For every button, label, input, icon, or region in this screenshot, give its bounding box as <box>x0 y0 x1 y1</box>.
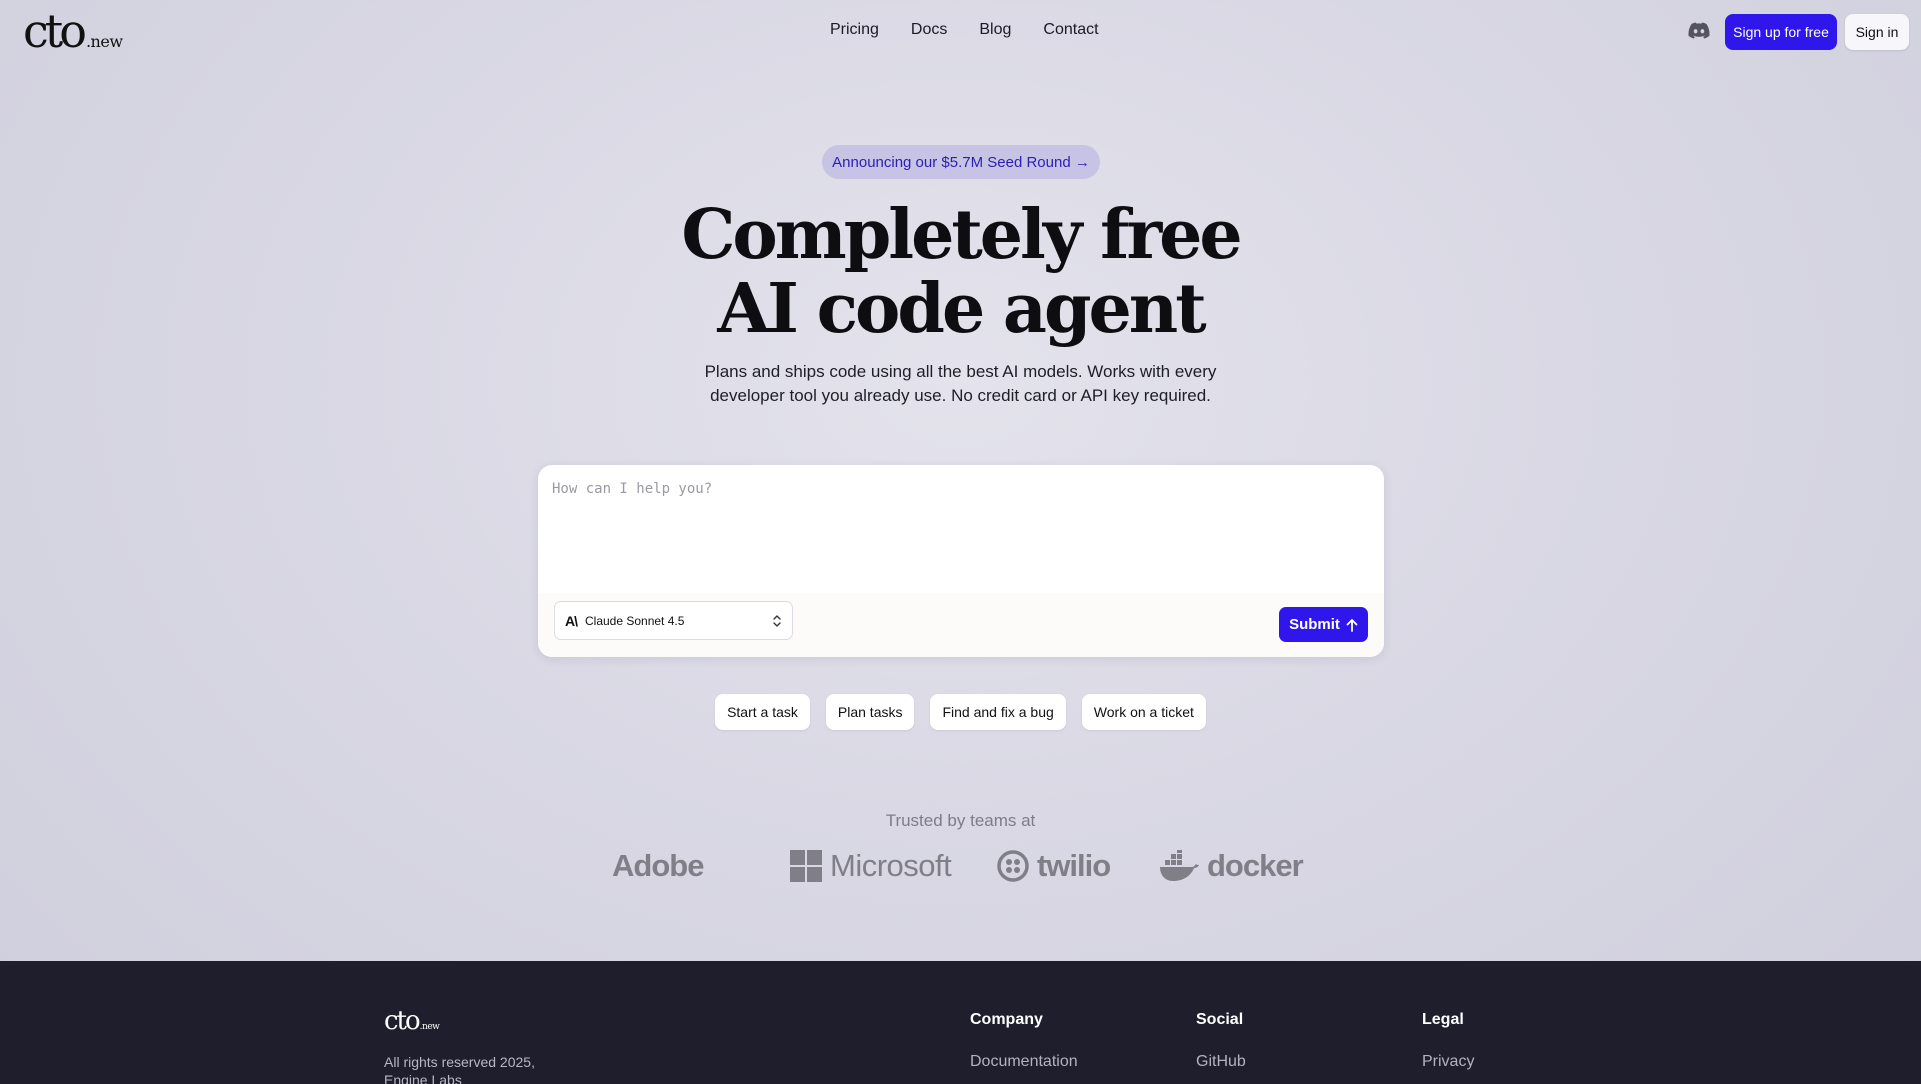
trusted-by-label: Trusted by teams at <box>885 811 1036 830</box>
chip-start-task[interactable]: Start a task <box>715 694 810 730</box>
footer-link-github[interactable]: GitHub <box>1196 1053 1246 1071</box>
footer-logo-suffix: .new <box>419 1022 440 1032</box>
microsoft-logo: Microsoft <box>790 845 952 887</box>
twilio-icon <box>997 850 1029 882</box>
prompt-card: A\ Claude Sonnet 4.5 Submit <box>538 465 1384 657</box>
chevron-updown-icon <box>773 615 781 627</box>
logo-wordmark: cto <box>23 4 87 58</box>
site-footer: cto .new All rights reserved 2025, Engin… <box>0 961 1921 1084</box>
discord-icon[interactable] <box>1688 21 1710 41</box>
footer-heading-social: Social <box>1196 1011 1244 1028</box>
nav-link-pricing[interactable]: Pricing <box>830 21 879 39</box>
prompt-input[interactable] <box>552 481 1370 581</box>
logo-suffix: .new <box>85 32 123 51</box>
top-navbar: cto .new Pricing Docs Blog Contact Sign … <box>0 0 1921 64</box>
submit-label: Submit <box>1289 616 1340 633</box>
twilio-wordmark: twilio <box>1037 848 1111 883</box>
footer-link-documentation[interactable]: Documentation <box>970 1053 1078 1071</box>
footer-column-social: Social GitHub <box>1196 1011 1246 1071</box>
model-select[interactable]: A\ Claude Sonnet 4.5 <box>554 601 793 640</box>
headline-line-1: Completely free <box>681 195 1242 275</box>
microsoft-icon <box>790 850 822 882</box>
footer-column-company: Company Documentation <box>970 1011 1078 1071</box>
chip-work-ticket[interactable]: Work on a ticket <box>1081 694 1206 730</box>
chip-plan-tasks[interactable]: Plan tasks <box>825 694 915 730</box>
announcement-badge[interactable]: Announcing our $5.7M Seed Round → <box>822 145 1100 179</box>
footer-heading-legal: Legal <box>1422 1011 1464 1028</box>
footer-copyright: All rights reserved 2025, Engine Labs <box>384 1053 584 1084</box>
suggestion-chips: Start a task Plan tasks Find and fix a b… <box>0 694 1921 730</box>
subtitle-line-1: Plans and ships code using all the best … <box>704 362 1217 381</box>
hero-headline: Completely free AI code agent <box>0 198 1921 346</box>
copyright-line-1: All rights reserved 2025, <box>384 1054 535 1070</box>
hero-subtitle: Plans and ships code using all the best … <box>0 360 1921 408</box>
footer-column-legal: Legal Privacy <box>1422 1011 1474 1071</box>
footer-link-privacy[interactable]: Privacy <box>1422 1053 1474 1071</box>
anthropic-icon: A\ <box>565 612 578 629</box>
docker-icon <box>1160 850 1199 881</box>
headline-line-2: AI code agent <box>717 269 1206 349</box>
submit-button[interactable]: Submit <box>1279 607 1368 642</box>
nav-link-blog[interactable]: Blog <box>979 21 1011 39</box>
site-logo[interactable]: cto .new <box>23 8 123 54</box>
copyright-line-2: Engine Labs <box>384 1072 462 1084</box>
nav-link-contact[interactable]: Contact <box>1043 21 1098 39</box>
microsoft-wordmark: Microsoft <box>830 848 952 883</box>
main-nav: Pricing Docs Blog Contact <box>830 21 1099 39</box>
twilio-logo: twilio <box>997 845 1111 887</box>
prompt-toolbar: A\ Claude Sonnet 4.5 Submit <box>538 593 1384 657</box>
brand-logos: Adobe Microsoft twilio docker <box>610 845 1315 887</box>
model-select-value: Claude Sonnet 4.5 <box>585 613 685 628</box>
docker-logo: docker <box>1159 845 1304 887</box>
nav-link-docs[interactable]: Docs <box>911 21 947 39</box>
arrow-up-icon <box>1346 618 1358 632</box>
adobe-logo: Adobe <box>612 845 704 887</box>
footer-heading-company: Company <box>970 1011 1043 1028</box>
footer-logo[interactable]: cto .new <box>384 1006 440 1036</box>
chip-find-fix-bug[interactable]: Find and fix a bug <box>930 694 1066 730</box>
adobe-wordmark: Adobe <box>612 848 704 883</box>
subtitle-line-2: developer tool you already use. No credi… <box>710 386 1211 405</box>
signin-button[interactable]: Sign in <box>1845 14 1909 50</box>
signup-button[interactable]: Sign up for free <box>1725 14 1837 50</box>
footer-logo-wordmark: cto <box>384 1006 421 1036</box>
docker-wordmark: docker <box>1207 848 1304 883</box>
